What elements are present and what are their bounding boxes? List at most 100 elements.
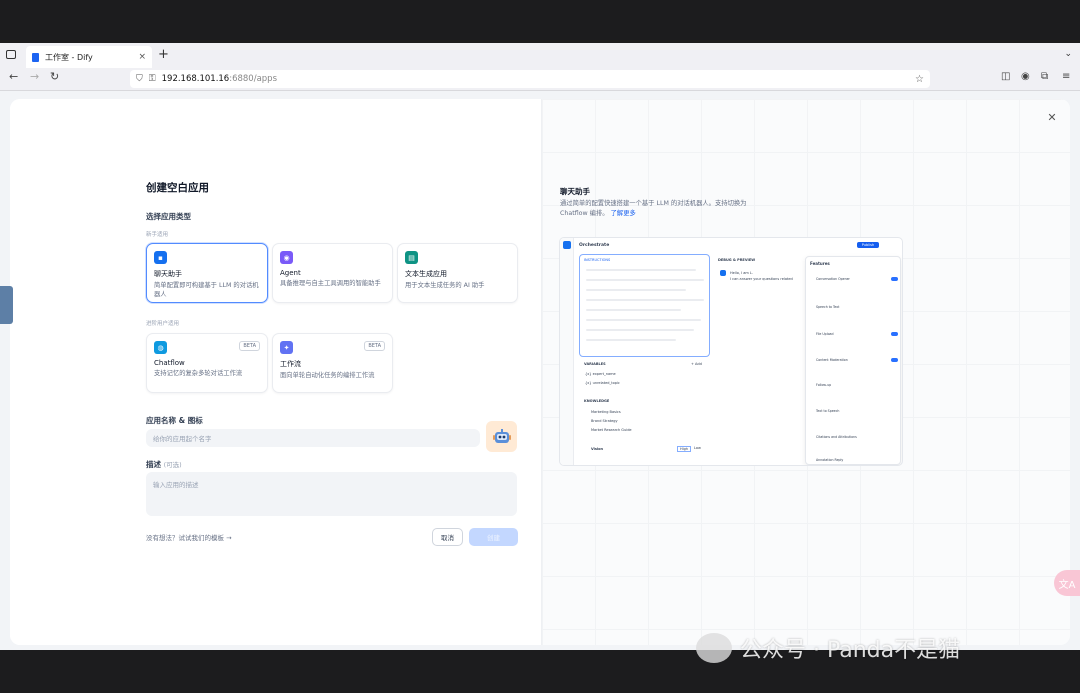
tab-overview-icon[interactable] <box>6 50 16 59</box>
browser-tab[interactable]: 工作室 - Dify × <box>26 46 152 68</box>
browser-chrome: 工作室 - Dify × + ⌄ ← → ↻ ⛉ ⚿ 192.168.101.1… <box>0 43 1080 91</box>
preview-k2: Brand Strategy <box>591 419 618 423</box>
robot-emoji-icon <box>492 428 511 443</box>
feature-item: Text to Speech <box>816 409 840 413</box>
menu-icon[interactable]: ≡ <box>1062 71 1070 82</box>
page-backdrop: 创建空白应用 选择应用类型 新手适用 ▪ 聊天助手 简单配置即可构建基于 LLM… <box>0 91 1080 650</box>
preview-low: Low <box>694 446 701 450</box>
wechat-icon <box>696 633 732 663</box>
card-text-generation[interactable]: ▤ 文本生成应用 用于文本生成任务的 AI 助手 <box>397 243 518 303</box>
watermark-text: 公众号 · Panda不是猫 <box>740 638 961 663</box>
dify-favicon-icon <box>32 52 39 62</box>
create-button[interactable]: 创建 <box>469 528 518 546</box>
app-type-label: 选择应用类型 <box>146 212 191 221</box>
account-icon[interactable]: ◉ <box>1021 71 1030 82</box>
os-top-bar <box>0 0 1080 43</box>
watermark: 公众号 · Panda不是猫 <box>696 632 960 664</box>
preview-knowledge: KNOWLEDGE <box>584 399 610 403</box>
text-doc-icon: ▤ <box>405 251 418 264</box>
shield-icon[interactable]: ⛉ <box>136 74 143 84</box>
card-desc: 用于文本生成任务的 AI 助手 <box>405 282 485 289</box>
url-path: :6880/apps <box>229 74 278 84</box>
feature-item: Follow-up <box>816 383 832 387</box>
preview-screenshot: Orchestrate Publish INSTRUCTIONS VARIABL… <box>559 237 903 466</box>
beta-badge: BETA <box>364 341 385 351</box>
feature-item: Speech to Text <box>816 305 840 309</box>
preview-hello2: I can answer your questions related <box>730 277 793 281</box>
bookmark-star-icon[interactable]: ☆ <box>915 74 924 85</box>
preview-var2: {x} unrelated_topic <box>585 381 620 385</box>
chat-bubble-icon: ▪ <box>154 251 167 264</box>
robot-icon: ◉ <box>280 251 293 264</box>
side-panel-handle[interactable] <box>0 286 13 324</box>
preview-orchestrate: Orchestrate <box>579 243 610 248</box>
card-agent[interactable]: ◉ Agent 具备推理与自主工具调用的智能助手 <box>272 243 393 303</box>
toggle-on <box>891 332 898 336</box>
text-line <box>586 309 681 311</box>
lock-icon[interactable]: ⚿ <box>149 74 156 84</box>
create-form-panel: 创建空白应用 选择应用类型 新手适用 ▪ 聊天助手 简单配置即可构建基于 LLM… <box>10 99 540 645</box>
text-line <box>586 339 676 341</box>
toggle-on <box>891 277 898 281</box>
preview-var1: {x} expert_name <box>585 372 616 376</box>
text-line <box>586 289 686 291</box>
toggle-on <box>891 358 898 362</box>
close-modal-button[interactable]: ✕ <box>1042 107 1062 127</box>
card-title: Chatflow <box>154 359 185 367</box>
feature-item: Annotation Reply <box>816 458 844 462</box>
preview-desc-line1: 通过简单的配置快速搭建一个基于 LLM 的对话机器人。支持切换为 <box>560 200 747 207</box>
create-app-modal: 创建空白应用 选择应用类型 新手适用 ▪ 聊天助手 简单配置即可构建基于 LLM… <box>10 99 1070 645</box>
card-desc: 支持记忆的复杂多轮对话工作流 <box>154 370 243 377</box>
preview-description: 通过简单的配置快速搭建一个基于 LLM 的对话机器人。支持切换为 Chatflo… <box>560 199 780 219</box>
app-description-textarea[interactable]: 输入应用的描述 <box>146 472 517 516</box>
cancel-button[interactable]: 取消 <box>432 528 463 546</box>
preview-debug: DEBUG & PREVIEW <box>718 258 756 262</box>
reload-icon[interactable]: ↻ <box>50 70 59 83</box>
card-chatflow[interactable]: ◍ BETA Chatflow 支持记忆的复杂多轮对话工作流 <box>146 333 268 393</box>
card-desc: 具备推理与自主工具调用的智能助手 <box>280 280 381 287</box>
pocket-icon[interactable]: ◫ <box>1001 71 1010 82</box>
card-workflow[interactable]: ✦ BETA 工作流 面向单轮自动化任务的编排工作流 <box>272 333 393 393</box>
card-desc: 简单配置即可构建基于 LLM 的对话机器人 <box>154 282 259 298</box>
text-line <box>586 319 701 321</box>
app-icon-picker[interactable] <box>486 421 517 452</box>
card-title: 工作流 <box>280 360 301 368</box>
card-title: 文本生成应用 <box>405 270 447 278</box>
address-bar[interactable]: ⛉ ⚿ 192.168.101.16 :6880/apps ☆ <box>130 70 930 88</box>
preview-features-panel: Features Conversation Opener Speech to T… <box>805 256 901 465</box>
back-icon[interactable]: ← <box>9 70 18 83</box>
feature-item: Content Moderation <box>816 358 848 362</box>
text-line <box>586 299 704 301</box>
url-host: 192.168.101.16 <box>161 74 230 84</box>
desc-optional: (可选) <box>163 461 182 469</box>
new-tab-button[interactable]: + <box>158 47 169 62</box>
feature-item: Conversation Opener <box>816 277 850 281</box>
preview-k1: Marketing Basics <box>591 410 621 414</box>
app-name-input[interactable]: 给你的应用起个名字 <box>146 429 480 447</box>
tab-list-chevron-icon[interactable]: ⌄ <box>1064 49 1072 59</box>
preview-sidebar <box>560 238 574 465</box>
preview-instructions-box: INSTRUCTIONS <box>579 254 710 357</box>
workflow-icon: ✦ <box>280 341 293 354</box>
text-line <box>586 269 696 271</box>
preview-features-title: Features <box>810 261 830 266</box>
preview-vision: Vision <box>591 447 604 451</box>
forward-icon[interactable]: → <box>30 70 39 83</box>
preview-desc-line2: Chatflow 编排。 <box>560 210 609 217</box>
feature-item: Citations and Attributions <box>816 435 857 439</box>
preview-instructions: INSTRUCTIONS <box>584 258 611 262</box>
bot-avatar-icon <box>720 270 726 276</box>
desc-label: 描述 (可选) <box>146 459 182 470</box>
tab-title: 工作室 - Dify <box>45 52 93 62</box>
template-link[interactable]: 没有想法？试试我们的模板 → <box>146 532 232 542</box>
extensions-icon[interactable]: ⧉ <box>1041 71 1048 82</box>
learn-more-link[interactable]: 了解更多 <box>611 210 636 217</box>
card-chat-assistant[interactable]: ▪ 聊天助手 简单配置即可构建基于 LLM 的对话机器人 <box>146 243 268 303</box>
preview-k3: Market Research Guide <box>591 428 632 432</box>
preview-title: 聊天助手 <box>560 187 590 196</box>
translate-icon[interactable]: 文A <box>1054 570 1080 596</box>
tab-close-icon[interactable]: × <box>138 52 146 62</box>
app-logo-icon <box>563 241 571 249</box>
modal-title: 创建空白应用 <box>146 182 209 194</box>
card-desc: 面向单轮自动化任务的编排工作流 <box>280 372 375 379</box>
